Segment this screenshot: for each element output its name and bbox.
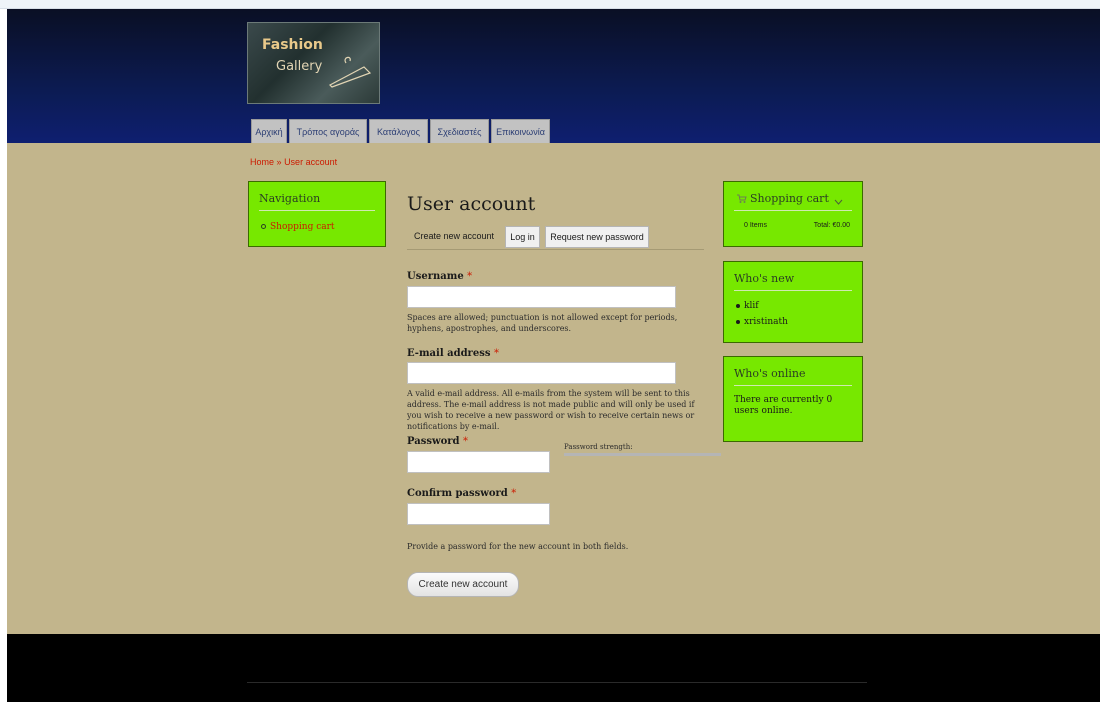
navigation-block-title: Navigation	[259, 192, 321, 205]
confirm-password-input[interactable]	[407, 503, 550, 525]
password-label-text: Password	[407, 436, 460, 447]
logo-text-gallery: Gallery	[276, 59, 323, 74]
nav-item-label: Shopping cart	[270, 222, 335, 232]
nav-item-shopping-cart[interactable]: Shopping cart	[261, 222, 335, 232]
password-input[interactable]	[407, 451, 550, 473]
tab-home[interactable]: Αρχική	[251, 119, 287, 144]
bullet-icon	[736, 303, 740, 308]
username-description: Spaces are allowed; punctuation is not a…	[407, 313, 678, 333]
site-logo[interactable]: Fashion Gallery	[247, 22, 380, 104]
username-label: Username *	[407, 271, 472, 282]
username-label-text: Username	[407, 271, 464, 282]
shopping-cart-block: Shopping cart 0 Items Total: €0.00	[723, 181, 863, 247]
tab-how-to-buy[interactable]: Τρόπος αγοράς	[289, 119, 367, 144]
hanger-icon	[329, 56, 372, 88]
site-header: Fashion Gallery Αρχική Τρόπος αγοράς Κατ…	[7, 9, 1100, 144]
account-tabs: Create new account Log in Request new pa…	[407, 226, 704, 250]
tab-catalog[interactable]: Κατάλογος	[369, 119, 428, 144]
confirm-password-label: Confirm password *	[407, 488, 516, 499]
confirm-password-label-text: Confirm password	[407, 488, 508, 499]
breadcrumb-home[interactable]: Home	[250, 157, 274, 167]
whos-new-title: Who's new	[734, 272, 795, 285]
bullet-icon	[736, 319, 740, 324]
site-footer	[7, 634, 1100, 702]
user-name: xristinath	[744, 317, 788, 327]
breadcrumb-current[interactable]: User account	[284, 157, 337, 167]
tab-log-in[interactable]: Log in	[505, 226, 540, 248]
logo-text-fashion: Fashion	[262, 37, 323, 53]
whos-online-title: Who's online	[734, 367, 806, 380]
whos-new-block: Who's new klif xristinath	[723, 261, 863, 343]
bullet-icon	[261, 224, 266, 229]
tab-request-new-password[interactable]: Request new password	[545, 226, 649, 248]
email-label: E-mail address *	[407, 348, 499, 359]
cart-icon	[737, 194, 747, 203]
confirm-password-description: Provide a password for the new account i…	[407, 542, 629, 551]
cart-item-count: 0 Items	[744, 222, 767, 229]
create-new-account-button[interactable]: Create new account	[407, 572, 519, 597]
user-name: klif	[744, 301, 759, 311]
block-divider	[734, 385, 852, 386]
block-divider	[734, 290, 852, 291]
browser-top-strip	[0, 0, 1100, 9]
username-input[interactable]	[407, 286, 676, 308]
required-marker: *	[463, 436, 469, 447]
password-strength-bar	[564, 453, 721, 456]
block-divider	[259, 210, 375, 211]
tab-create-new-account[interactable]: Create new account	[407, 226, 501, 246]
navigation-block: Navigation Shopping cart	[248, 181, 386, 247]
required-marker: *	[511, 488, 517, 499]
chevron-down-icon[interactable]	[834, 199, 843, 205]
tab-designers[interactable]: Σχεδιαστές	[430, 119, 489, 144]
password-label: Password *	[407, 436, 468, 447]
cart-total: Total: €0.00	[813, 222, 850, 229]
shopping-cart-title[interactable]: Shopping cart	[750, 192, 829, 205]
block-divider	[734, 210, 852, 211]
page: Fashion Gallery Αρχική Τρόπος αγοράς Κατ…	[7, 9, 1100, 702]
email-description: A valid e-mail address. All e-mails from…	[407, 389, 695, 431]
whos-online-block: Who's online There are currently 0 users…	[723, 356, 863, 442]
user-link[interactable]: xristinath	[736, 317, 788, 327]
email-label-text: E-mail address	[407, 348, 491, 359]
required-marker: *	[493, 348, 499, 359]
breadcrumb: Home » User account	[250, 157, 337, 167]
breadcrumb-separator: »	[276, 157, 282, 167]
whos-online-text: There are currently 0 users online.	[734, 395, 833, 416]
user-link[interactable]: klif	[736, 301, 759, 311]
tab-contact[interactable]: Επικοινωνία	[491, 119, 550, 144]
required-marker: *	[467, 271, 473, 282]
email-input[interactable]	[407, 362, 676, 384]
footer-divider	[247, 682, 867, 683]
page-title: User account	[407, 193, 536, 215]
password-strength-label: Password strength:	[564, 443, 633, 451]
